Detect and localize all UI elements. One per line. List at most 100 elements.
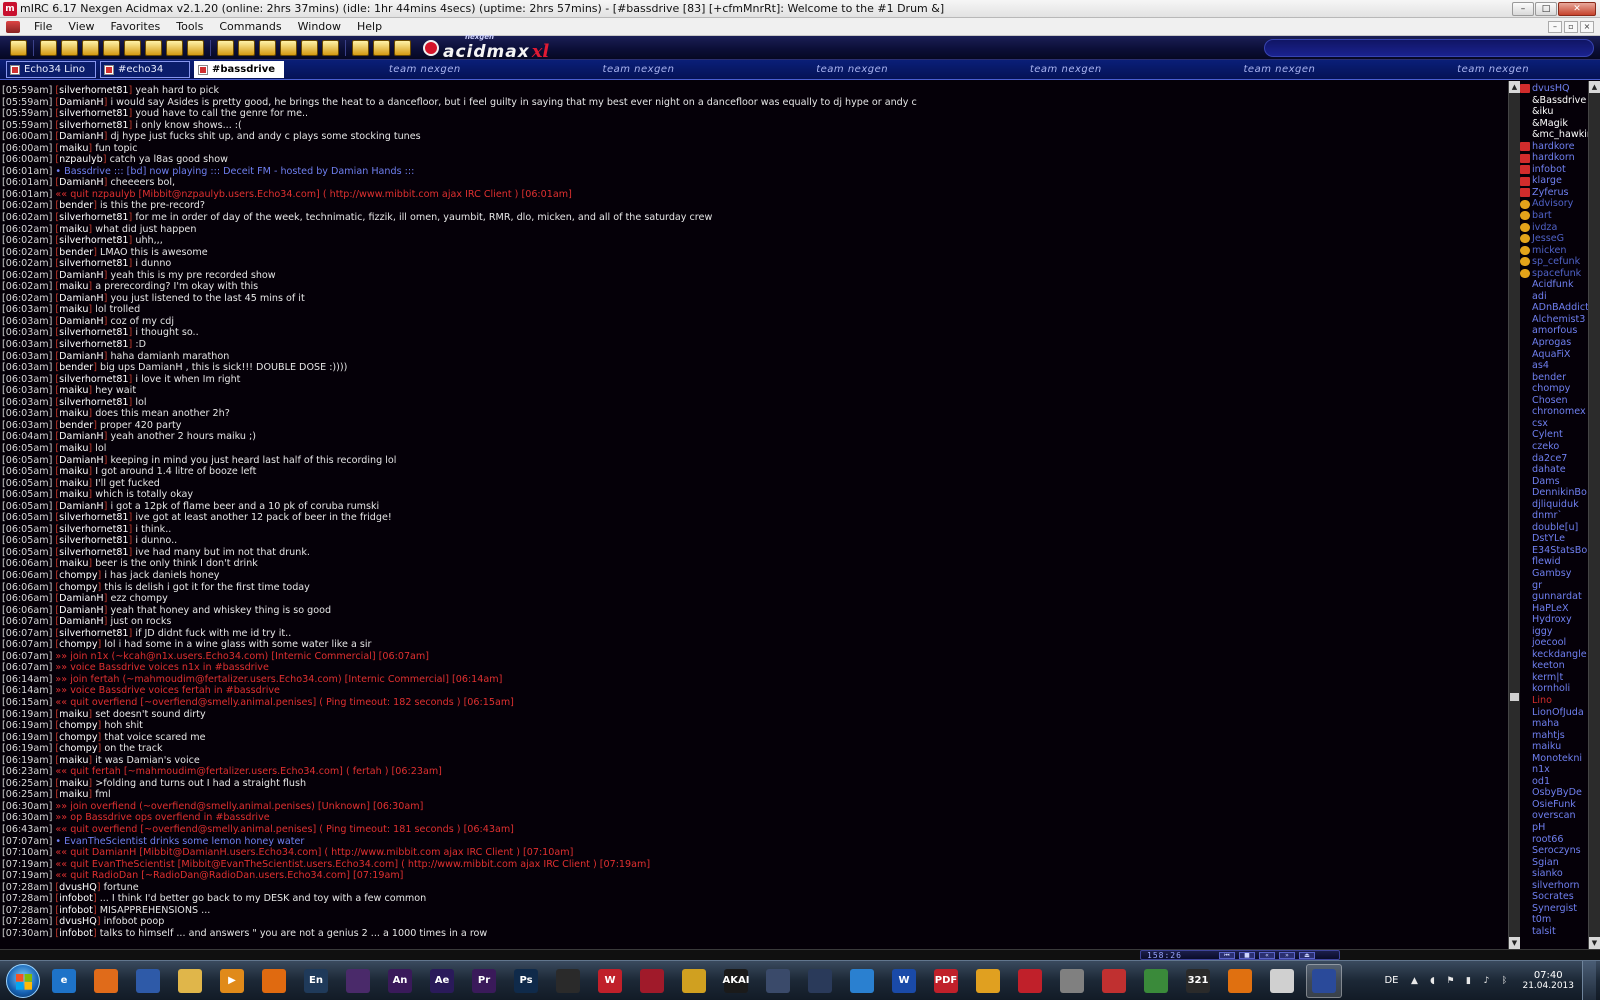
taskbar-app-winamp-w[interactable]: W [592,964,628,998]
nicklist-item[interactable]: dahate [1520,464,1588,476]
chat-nick[interactable]: chompy [59,639,97,650]
chat-nick[interactable]: DamianH [59,177,103,188]
chat-nick[interactable]: infobot [59,928,93,939]
taskbar-app-pdf[interactable]: PDF [928,964,964,998]
chat-nick[interactable]: silverhornet81 [59,374,128,385]
chat-nick[interactable]: DamianH [59,455,103,466]
channels-list-icon[interactable] [145,39,162,56]
nicklist-item[interactable]: djliquiduk [1520,499,1588,511]
chat-nick[interactable]: silverhornet81 [59,535,128,546]
nicklist-item[interactable]: &Bassdrive [1520,95,1588,107]
up-arrow-icon[interactable]: ▲ [1408,975,1420,987]
nicklist-item[interactable]: Advisory [1520,198,1588,210]
nicklist-item[interactable]: maha [1520,718,1588,730]
nicklist-item[interactable]: da2ce7 [1520,453,1588,465]
nicklist-item[interactable]: Seroczyns [1520,845,1588,857]
taskbar-app-premiere[interactable]: Pr [466,964,502,998]
taskbar-app-ie[interactable]: e [46,964,82,998]
chat-nick[interactable]: silverhornet81 [59,108,128,119]
nicklist-item[interactable]: flewid [1520,556,1588,568]
nicklist-item[interactable]: iggy [1520,626,1588,638]
mdi-restore-icon[interactable]: ▫ [1564,20,1578,33]
notify-icon[interactable] [166,39,183,56]
network-icon[interactable]: ▮ [1462,975,1474,987]
chat-nick[interactable]: maiku [59,755,88,766]
nicklist-item[interactable]: joecool [1520,637,1588,649]
taskbar-app-folder-sync[interactable] [970,964,1006,998]
switchbar-tab[interactable]: #bassdrive [194,61,284,78]
nicklist-item[interactable]: Zyferus [1520,187,1588,199]
scripts-icon[interactable] [217,39,234,56]
chat-nick[interactable]: DamianH [59,431,103,442]
chat-nick[interactable]: maiku [59,558,88,569]
nicklist-item[interactable]: t0m [1520,914,1588,926]
taskbar-app-photoshop[interactable]: Ps [508,964,544,998]
chat-nick[interactable]: maiku [59,224,88,235]
language-indicator[interactable]: DE [1384,975,1398,986]
chat-nick[interactable]: silverhornet81 [59,397,128,408]
chat-nick[interactable]: silverhornet81 [59,235,128,246]
chat-nick[interactable]: maiku [59,281,88,292]
taskbar-app-after-effects[interactable]: Ae [424,964,460,998]
nicklist-item[interactable]: Socrates [1520,891,1588,903]
chat-nick[interactable]: chompy [59,582,97,593]
taskbar-app-media-321[interactable]: 321 [1180,964,1216,998]
address-book-icon[interactable] [82,39,99,56]
nicklist-item[interactable]: chompy [1520,383,1588,395]
window-cascade-icon[interactable] [373,39,390,56]
dcc-chat-icon[interactable] [103,39,120,56]
chat-nick[interactable]: silverhornet81 [59,85,128,96]
nicklist-item[interactable]: chronomex [1520,406,1588,418]
nicklist-item[interactable]: AquaFiX [1520,349,1588,361]
nicklist-item[interactable]: root66 [1520,834,1588,846]
nicklist-item[interactable]: hardkorn [1520,152,1588,164]
volume-icon[interactable]: ◖ [1426,975,1438,987]
nicklist-item[interactable]: amorfous [1520,325,1588,337]
chat-nick[interactable]: bender [59,247,93,258]
player-prev-icon[interactable]: ⏮ [1219,951,1235,959]
nicklist-item[interactable]: kornholi [1520,683,1588,695]
nicklist-item[interactable]: dnmr` [1520,510,1588,522]
nicklist-item[interactable]: spacefunk [1520,268,1588,280]
player-stop-icon[interactable]: ■ [1239,951,1255,959]
nicklist-item[interactable]: bender [1520,372,1588,384]
chat-nick[interactable]: nzpaulyb [59,154,103,165]
chat-nick[interactable]: DamianH [59,131,103,142]
chat-nick[interactable]: chompy [59,732,97,743]
player-rew-icon[interactable]: « [1259,951,1275,959]
taskbar-app-clock-app[interactable] [1096,964,1132,998]
bluetooth-icon[interactable]: ᛒ [1498,975,1510,987]
chat-nick[interactable]: maiku [59,466,88,477]
log-icon[interactable] [187,39,204,56]
show-desktop-button[interactable] [1582,960,1596,1000]
taskbar-app-fl-studio[interactable] [550,964,586,998]
chat-nick[interactable]: chompy [59,570,97,581]
nicklist-item[interactable]: as4 [1520,360,1588,372]
scroll-up-icon[interactable]: ▲ [1509,81,1520,93]
nicklist-item[interactable]: OsieFunk [1520,799,1588,811]
nicklist-item[interactable]: maiku [1520,741,1588,753]
nicklist-item[interactable]: Dams [1520,476,1588,488]
nicklist-item[interactable]: Monotekni [1520,753,1588,765]
nicklist-item[interactable]: bart [1520,210,1588,222]
chat-nick[interactable]: DamianH [59,97,103,108]
urls-icon[interactable] [238,39,255,56]
mdi-minimize-icon[interactable]: – [1548,20,1562,33]
nick-scroll-down-icon[interactable]: ▼ [1589,937,1600,949]
taskbar-app-animate[interactable]: An [382,964,418,998]
menu-item[interactable]: View [60,18,102,36]
nicklist-item[interactable]: klarge [1520,175,1588,187]
chat-nick[interactable]: maiku [59,778,88,789]
chat-scrollbar[interactable]: ▲ ▼ [1508,81,1520,949]
nicklist-item[interactable]: Hydroxy [1520,614,1588,626]
sounds-icon[interactable] [280,39,297,56]
chat-nick[interactable]: silverhornet81 [59,512,128,523]
nicklist-item[interactable]: Alchemist3 [1520,314,1588,326]
lock-icon[interactable] [394,39,411,56]
nicklist-item[interactable]: sp_cefunk [1520,256,1588,268]
nicklist-item[interactable]: &iku [1520,106,1588,118]
taskbar-app-browser-ball[interactable] [1138,964,1174,998]
taskbar-app-akai-mpc[interactable]: AKAI [718,964,754,998]
nicklist-item[interactable]: kerm|t [1520,672,1588,684]
close-icon[interactable]: ✕ [1558,1,1596,16]
